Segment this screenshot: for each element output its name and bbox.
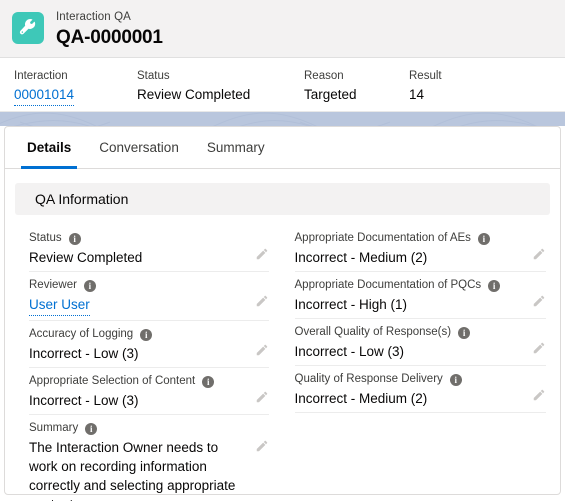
field-status: Status i Review Completed [29, 225, 269, 272]
field-label-text: Quality of Response Delivery [294, 373, 443, 385]
field-appropriate-selection-of-content: Appropriate Selection of Content i Incor… [29, 368, 269, 415]
object-label: Interaction QA [56, 11, 131, 23]
field-label: Status i [29, 231, 269, 246]
info-icon[interactable]: i [68, 232, 81, 245]
highlight-label: Reason [304, 70, 344, 82]
tab-summary[interactable]: Summary [193, 127, 279, 168]
field-value: Incorrect - High (1) [294, 297, 408, 312]
field-value: Review Completed [29, 250, 143, 265]
record-page: Interaction QA QA-0000001 Interaction 00… [0, 0, 565, 501]
highlight-value: Review Completed [137, 87, 251, 102]
field-label-text: Appropriate Documentation of AEs [294, 232, 471, 244]
field-value: Incorrect - Medium (2) [294, 391, 428, 406]
highlight-value: 14 [409, 87, 425, 102]
field-value: Incorrect - Medium (2) [294, 250, 428, 265]
highlight-field-interaction: Interaction 00001014 [14, 69, 137, 106]
edit-pencil-icon[interactable] [532, 341, 546, 355]
edit-pencil-icon[interactable] [255, 390, 269, 404]
field-label: Accuracy of Logging i [29, 327, 269, 342]
field-label: Appropriate Documentation of PQCs i [295, 278, 547, 293]
field-summary: Summary i The Interaction Owner needs to… [29, 415, 269, 501]
field-label-text: Status [29, 232, 62, 244]
edit-pencil-icon[interactable] [532, 247, 546, 261]
info-icon[interactable]: i [488, 279, 501, 292]
field-label: Reviewer i [29, 278, 269, 293]
wrench-icon [12, 12, 44, 44]
field-overall-quality-of-responses: Overall Quality of Response(s) i Incorre… [294, 319, 547, 366]
interaction-link[interactable]: 00001014 [14, 86, 75, 106]
highlight-value: Targeted [304, 87, 357, 102]
field-label: Quality of Response Delivery i [295, 372, 547, 387]
highlight-label: Result [409, 70, 442, 82]
highlight-label: Status [137, 70, 170, 82]
field-value: Incorrect - Low (3) [29, 346, 139, 361]
field-label-text: Reviewer [29, 279, 77, 291]
field-label: Appropriate Selection of Content i [29, 374, 269, 389]
info-icon[interactable]: i [477, 232, 490, 245]
reviewer-link[interactable]: User User [29, 295, 90, 316]
edit-pencil-icon[interactable] [255, 439, 269, 453]
details-card: Details Conversation Summary QA Informat… [4, 126, 561, 501]
field-label-text: Accuracy of Logging [29, 328, 134, 340]
highlight-field-status: Status Review Completed [137, 69, 304, 102]
field-label-text: Appropriate Documentation of PQCs [294, 279, 482, 291]
page-title: QA-0000001 [56, 27, 163, 48]
field-grid: Status i Review Completed Reviewer i Use… [5, 215, 560, 501]
field-quality-of-response-delivery: Quality of Response Delivery i Incorrect… [294, 366, 547, 413]
field-column-left: Status i Review Completed Reviewer i Use… [5, 225, 283, 501]
field-label-text: Appropriate Selection of Content [29, 375, 196, 387]
field-appropriate-documentation-of-pqcs: Appropriate Documentation of PQCs i Inco… [294, 272, 547, 319]
highlights-panel: Interaction 00001014 Status Review Compl… [0, 58, 565, 112]
edit-pencil-icon[interactable] [255, 247, 269, 261]
page-background-band [0, 112, 565, 126]
field-reviewer: Reviewer i User User [29, 272, 269, 321]
info-icon[interactable]: i [140, 328, 153, 341]
info-icon[interactable]: i [202, 375, 215, 388]
field-label-text: Summary [29, 422, 79, 434]
info-icon[interactable]: i [449, 373, 462, 386]
section-header-qa-information[interactable]: QA Information [15, 183, 550, 215]
field-label: Appropriate Documentation of AEs i [295, 231, 547, 246]
field-value: Incorrect - Low (3) [294, 344, 405, 359]
edit-pencil-icon[interactable] [532, 388, 546, 402]
record-title-group: Interaction QA QA-0000001 [56, 10, 163, 49]
highlight-field-result: Result 14 [409, 69, 442, 102]
field-label: Overall Quality of Response(s) i [295, 325, 547, 340]
field-appropriate-documentation-of-aes: Appropriate Documentation of AEs i Incor… [294, 225, 547, 272]
field-value: Incorrect - Low (3) [29, 393, 139, 408]
field-accuracy-of-logging: Accuracy of Logging i Incorrect - Low (3… [29, 321, 269, 368]
highlight-field-reason: Reason Targeted [304, 69, 409, 102]
field-value: The Interaction Owner needs to work on r… [29, 440, 236, 501]
record-header: Interaction QA QA-0000001 [0, 0, 565, 58]
record-tabs: Details Conversation Summary [5, 127, 560, 169]
info-icon[interactable]: i [83, 279, 96, 292]
info-icon[interactable]: i [458, 326, 471, 339]
section-title: QA Information [35, 191, 129, 207]
field-label: Summary i [29, 421, 269, 436]
edit-pencil-icon[interactable] [532, 294, 546, 308]
tab-details[interactable]: Details [13, 127, 85, 169]
info-icon[interactable]: i [85, 422, 98, 435]
tab-conversation[interactable]: Conversation [85, 127, 193, 168]
field-column-right: Appropriate Documentation of AEs i Incor… [283, 225, 561, 501]
highlight-label: Interaction [14, 70, 68, 82]
field-label-text: Overall Quality of Response(s) [294, 326, 452, 338]
edit-pencil-icon[interactable] [255, 294, 269, 308]
edit-pencil-icon[interactable] [255, 343, 269, 357]
